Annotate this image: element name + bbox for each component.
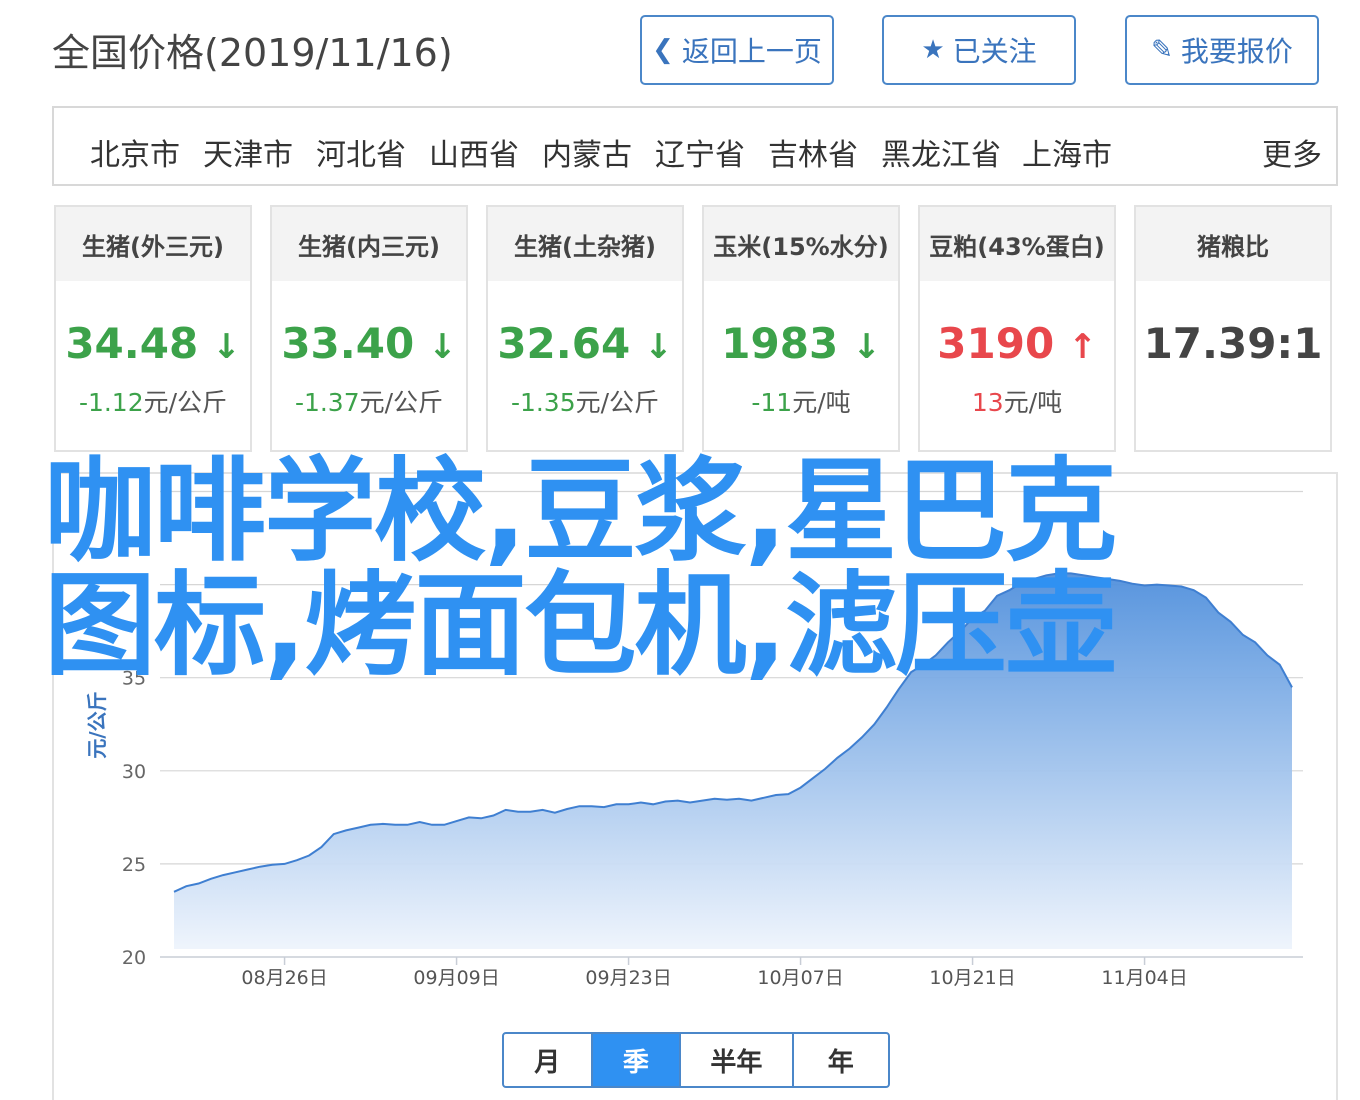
quote-button[interactable]: ✎ 我要报价	[1125, 15, 1319, 85]
price-card[interactable]: 生猪(外三元) 34.48 ↓ -1.12元/公斤	[54, 205, 252, 452]
price-card-change: -1.35元/公斤	[488, 383, 682, 419]
price-card-value: 1983 ↓	[704, 319, 898, 368]
back-button-label: 返回上一页	[681, 35, 822, 68]
overlay-text-line-1: 咖啡学校,豆浆,星巴克	[44, 447, 1117, 577]
nav-item-hebei[interactable]: 河北省	[316, 130, 406, 174]
nav-item-jilin[interactable]: 吉林省	[768, 130, 858, 174]
price-card-title: 猪粮比	[1136, 207, 1330, 281]
price-card-change: -1.37元/公斤	[272, 383, 466, 419]
change-unit: 元/公斤	[359, 388, 444, 417]
price-card-title: 生猪(土杂猪)	[488, 207, 682, 281]
quote-button-label: 我要报价	[1180, 35, 1293, 68]
price-card-title: 玉米(15%水分)	[704, 207, 898, 281]
change-value: -1.12	[78, 388, 144, 417]
nav-item-shanxi[interactable]: 山西省	[429, 130, 519, 174]
price-value: 3190	[937, 319, 1055, 368]
price-value: 1983	[721, 319, 839, 368]
change-value: -11	[751, 388, 793, 417]
range-tab-month[interactable]: 月	[504, 1034, 593, 1086]
price-card[interactable]: 生猪(内三元) 33.40 ↓ -1.37元/公斤	[270, 205, 468, 452]
range-tab-year[interactable]: 年	[794, 1034, 889, 1086]
star-icon: ★	[921, 35, 945, 65]
arrow-down-icon: ↓	[428, 327, 457, 367]
price-card-title: 生猪(外三元)	[56, 207, 250, 281]
nav-item-liaoning[interactable]: 辽宁省	[655, 130, 745, 174]
back-button[interactable]: ❮ 返回上一页	[640, 15, 834, 85]
change-unit: 元/吨	[1003, 388, 1063, 417]
arrow-down-icon: ↓	[644, 327, 673, 367]
range-tab-quarter[interactable]: 季	[592, 1034, 682, 1086]
edit-icon: ✎	[1151, 35, 1173, 65]
price-card[interactable]: 生猪(土杂猪) 32.64 ↓ -1.35元/公斤	[486, 205, 684, 452]
price-card-value: 3190 ↑	[920, 319, 1114, 368]
price-card-value: 34.48 ↓	[56, 319, 250, 368]
follow-button-label: 已关注	[952, 35, 1037, 68]
nav-item-tianjin[interactable]: 天津市	[203, 130, 293, 174]
overlay-text-line-2: 图标,烤面包机,滤压壶	[44, 561, 1117, 691]
nav-item-beijing[interactable]: 北京市	[90, 130, 180, 174]
change-value: -1.37	[294, 388, 360, 417]
price-card-change: -11元/吨	[704, 383, 898, 419]
arrow-up-icon: ↑	[1068, 327, 1097, 367]
price-value: 34.48	[65, 319, 199, 368]
range-tab-halfyear[interactable]: 半年	[681, 1034, 794, 1086]
range-selector: 月 季 半年 年	[502, 1032, 890, 1088]
price-card-value: 33.40 ↓	[272, 319, 466, 368]
change-unit: 元/吨	[792, 388, 851, 417]
price-card-change: -1.12元/公斤	[56, 383, 250, 419]
nav-item-heilongjiang[interactable]: 黑龙江省	[881, 130, 1001, 174]
nav-item-shanghai[interactable]: 上海市	[1022, 130, 1112, 174]
price-card[interactable]: 豆粕(43%蛋白) 3190 ↑ 13元/吨	[918, 205, 1116, 452]
change-value: -1.35	[510, 388, 576, 417]
arrow-down-icon: ↓	[212, 327, 241, 367]
price-card-change: 13元/吨	[920, 383, 1114, 419]
price-card-value: 17.39:1	[1136, 319, 1330, 368]
price-card[interactable]: 玉米(15%水分) 1983 ↓ -11元/吨	[702, 205, 900, 452]
price-value: 32.64	[497, 319, 631, 368]
price-card-value: 32.64 ↓	[488, 319, 682, 368]
nav-item-neimenggu[interactable]: 内蒙古	[542, 130, 632, 174]
price-value: 17.39:1	[1143, 319, 1323, 368]
price-value: 33.40	[281, 319, 415, 368]
region-nav: 北京市 天津市 河北省 山西省 内蒙古 辽宁省 吉林省 黑龙江省 上海市 更多	[52, 106, 1338, 186]
chevron-left-icon: ❮	[652, 35, 674, 65]
page-title: 全国价格(2019/11/16)	[52, 31, 453, 75]
change-unit: 元/公斤	[575, 388, 660, 417]
price-card[interactable]: 猪粮比 17.39:1	[1134, 205, 1332, 452]
price-card-title: 生猪(内三元)	[272, 207, 466, 281]
follow-button[interactable]: ★ 已关注	[882, 15, 1076, 85]
change-value: 13	[971, 388, 1004, 417]
arrow-down-icon: ↓	[852, 327, 881, 367]
price-card-title: 豆粕(43%蛋白)	[920, 207, 1114, 281]
change-unit: 元/公斤	[143, 388, 228, 417]
nav-more-link[interactable]: 更多	[1262, 130, 1322, 174]
